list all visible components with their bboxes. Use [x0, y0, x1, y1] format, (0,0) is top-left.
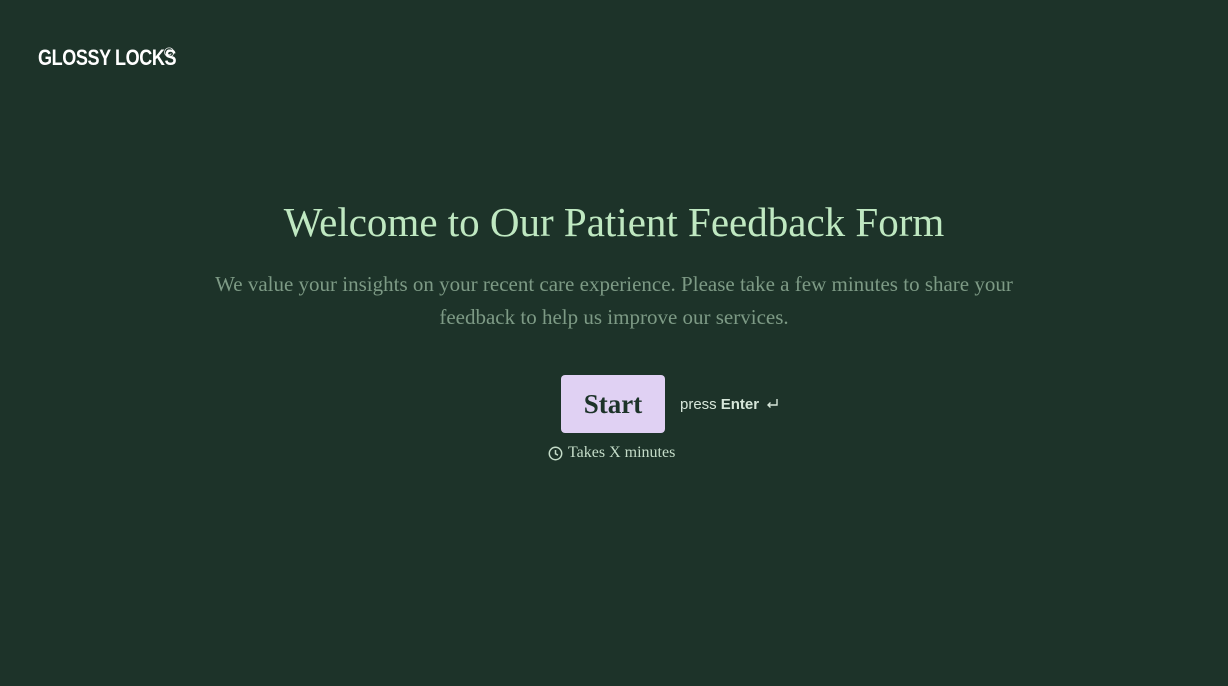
duration-text: Takes X minutes — [568, 444, 676, 461]
start-row: Start press Enter — [561, 375, 779, 433]
clock-icon — [548, 446, 563, 461]
hint-key: Enter — [720, 395, 760, 413]
page-title: Welcome to Our Patient Feedback Form — [283, 199, 945, 245]
enter-key-icon — [765, 397, 779, 411]
duration-note: Takes X minutes — [548, 444, 675, 462]
brand-name: GLOSSY LOCKS — [38, 45, 177, 70]
keyboard-hint: press Enter — [680, 396, 779, 413]
brand-logo: GLOSSY LOCKS © — [38, 44, 177, 72]
description-text: We value your insights on your recent ca… — [215, 272, 1013, 329]
page-description: We value your insights on your recent ca… — [0, 268, 1228, 334]
start-button[interactable]: Start — [561, 375, 665, 433]
hint-prefix: press — [680, 395, 717, 413]
